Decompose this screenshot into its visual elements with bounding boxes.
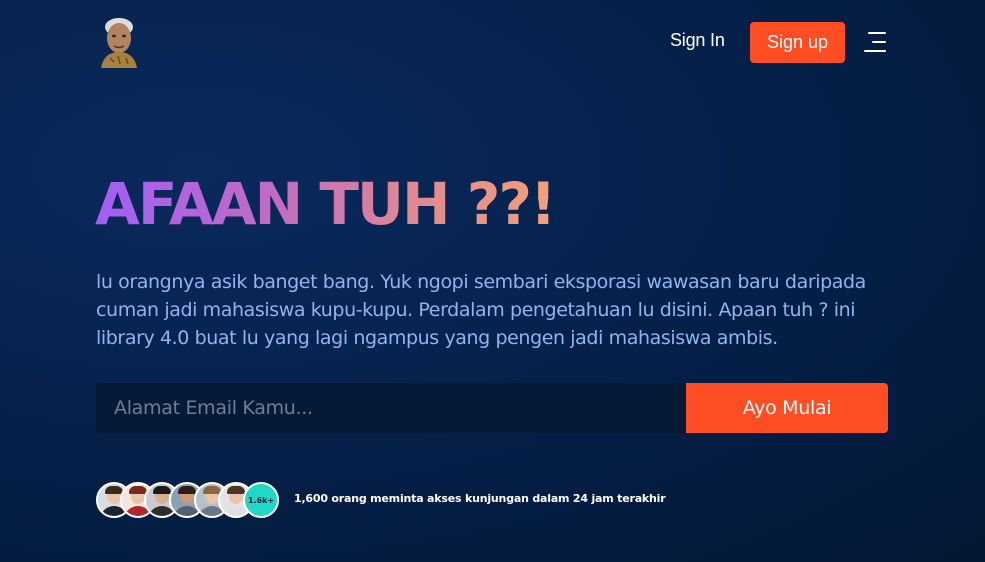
portrait-logo-icon[interactable] bbox=[98, 14, 140, 68]
social-proof-text: 1,600 orang meminta akses kunjungan dala… bbox=[294, 492, 666, 505]
start-button[interactable]: Ayo Mulai bbox=[686, 383, 888, 433]
avatar-count-badge: 1.6k+ bbox=[243, 482, 279, 518]
hero-description: lu orangnya asik banget bang. Yuk ngopi … bbox=[96, 271, 866, 349]
email-field-container bbox=[96, 383, 686, 433]
sign-up-button[interactable]: Sign up bbox=[750, 22, 845, 63]
top-navbar: Sign In Sign up bbox=[0, 0, 985, 80]
email-field[interactable] bbox=[96, 383, 686, 433]
sign-in-link[interactable]: Sign In bbox=[670, 30, 725, 51]
hero-title: AFAAN TUH ??! bbox=[95, 170, 556, 238]
hamburger-menu-icon[interactable] bbox=[864, 32, 886, 52]
